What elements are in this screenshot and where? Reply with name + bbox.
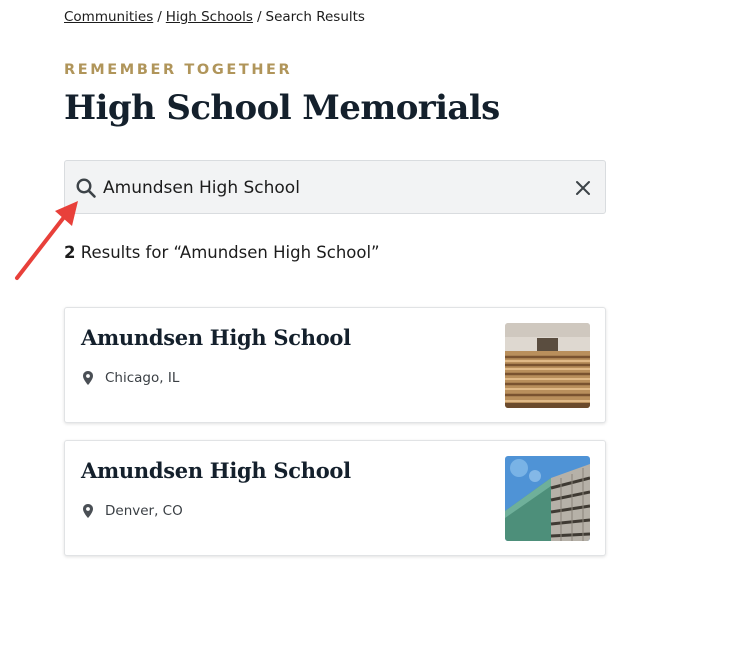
breadcrumb: Communities / High Schools / Search Results — [64, 9, 365, 25]
results-text: Results for “Amundsen High School” — [75, 243, 380, 262]
breadcrumb-separator: / — [256, 9, 262, 25]
result-location-text: Denver, CO — [105, 503, 183, 519]
result-location: Chicago, IL — [81, 370, 179, 386]
modern-building-photo — [505, 456, 590, 541]
results-summary: 2 Results for “Amundsen High School” — [64, 243, 380, 262]
annotation-arrow — [15, 201, 78, 280]
result-card[interactable]: Amundsen High School Denver, CO — [64, 440, 606, 556]
result-title[interactable]: Amundsen High School — [81, 325, 351, 350]
map-pin-icon — [83, 504, 93, 518]
search-box[interactable] — [64, 160, 606, 214]
result-card[interactable]: Amundsen High School Chicago, IL — [64, 307, 606, 423]
close-icon[interactable] — [573, 178, 593, 198]
breadcrumb-communities-link[interactable]: Communities — [64, 9, 153, 25]
auditorium-seats-photo — [505, 323, 590, 408]
breadcrumb-high-schools-link[interactable]: High Schools — [166, 9, 253, 25]
page-title: High School Memorials — [64, 88, 500, 128]
search-input[interactable] — [103, 173, 563, 203]
result-location: Denver, CO — [81, 503, 183, 519]
breadcrumb-current: Search Results — [265, 9, 365, 25]
result-title[interactable]: Amundsen High School — [81, 458, 351, 483]
breadcrumb-separator: / — [157, 9, 162, 25]
result-location-text: Chicago, IL — [105, 370, 180, 386]
eyebrow-label: REMEMBER TOGETHER — [64, 62, 293, 78]
map-pin-icon — [83, 371, 93, 385]
results-count: 2 — [64, 243, 76, 262]
